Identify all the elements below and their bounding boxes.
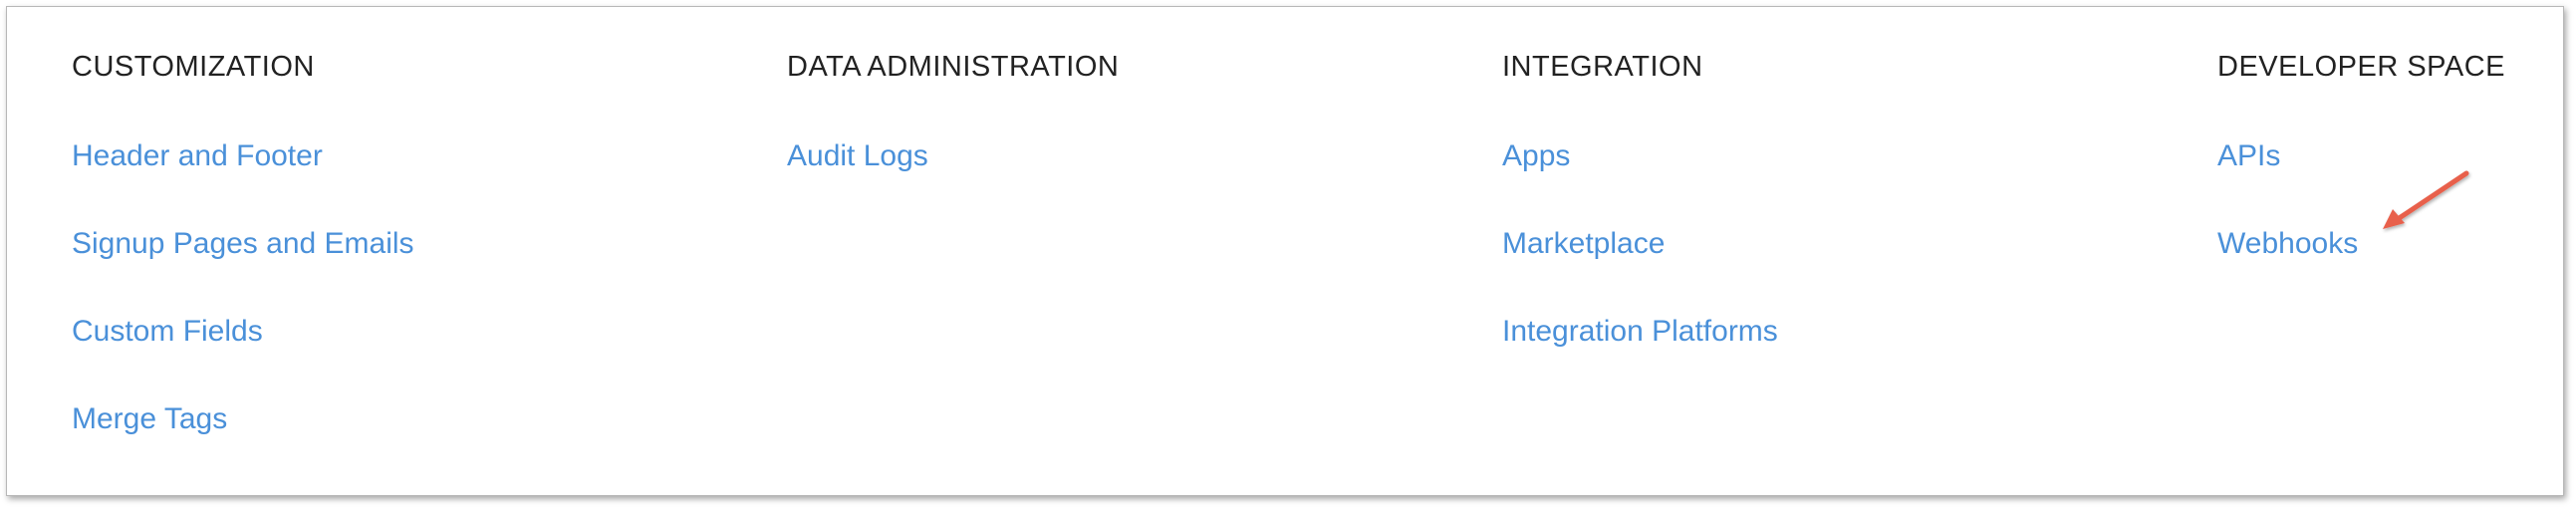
link-integration-platforms[interactable]: Integration Platforms	[1502, 312, 1778, 399]
section-header-integration: INTEGRATION	[1502, 51, 1703, 83]
section-header-data-administration: DATA ADMINISTRATION	[787, 51, 1120, 83]
links-customization: Header and Footer Signup Pages and Email…	[72, 136, 414, 487]
link-apis[interactable]: APIs	[2217, 136, 2358, 224]
links-developer-space: APIs Webhooks	[2217, 136, 2358, 312]
links-integration: Apps Marketplace Integration Platforms	[1502, 136, 1778, 399]
link-audit-logs[interactable]: Audit Logs	[787, 136, 928, 224]
link-marketplace[interactable]: Marketplace	[1502, 224, 1778, 312]
link-webhooks[interactable]: Webhooks	[2217, 224, 2358, 312]
link-custom-fields[interactable]: Custom Fields	[72, 312, 414, 399]
link-merge-tags[interactable]: Merge Tags	[72, 399, 414, 487]
links-data-administration: Audit Logs	[787, 136, 928, 224]
settings-panel: CUSTOMIZATION Header and Footer Signup P…	[6, 6, 2564, 496]
link-header-and-footer[interactable]: Header and Footer	[72, 136, 414, 224]
arrow-pointer-icon	[2383, 170, 2469, 229]
link-apps[interactable]: Apps	[1502, 136, 1778, 224]
link-signup-pages-and-emails[interactable]: Signup Pages and Emails	[72, 224, 414, 312]
section-header-developer-space: DEVELOPER SPACE	[2217, 51, 2506, 83]
section-header-customization: CUSTOMIZATION	[72, 51, 315, 83]
